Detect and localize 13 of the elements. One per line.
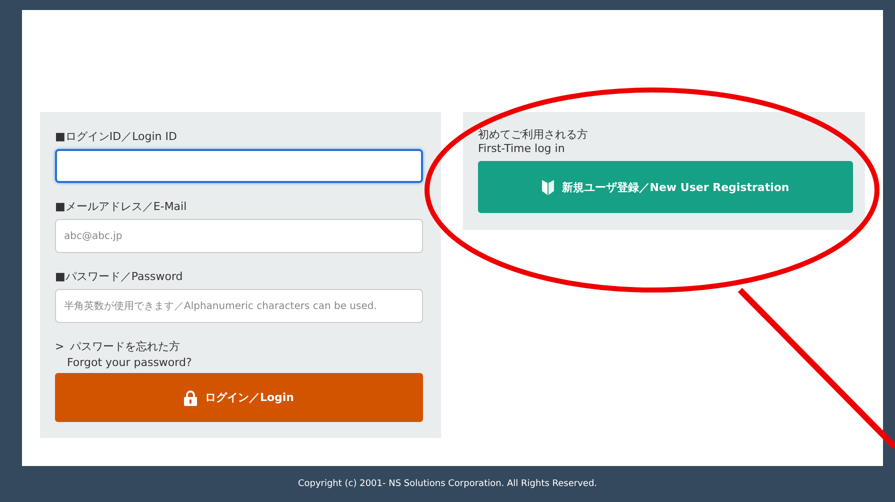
- field-label: ■メールアドレス／E-Mail: [55, 199, 188, 214]
- copyright-text: Copyright (c) 2001- NS Solutions Corporation. All Rights Reserved.: [298, 479, 598, 489]
- text-input-field[interactable]: [55, 149, 423, 183]
- login-button[interactable]: ログイン／Login: [55, 373, 423, 422]
- registration-subheading: First-Time log in: [478, 142, 566, 155]
- forgot-password-link[interactable]: パスワードを忘れた方: [70, 339, 180, 354]
- registration-heading: 初めてご利用される方: [478, 127, 589, 142]
- beginner-leaf-icon: [542, 179, 554, 195]
- padlock-icon: [184, 390, 197, 406]
- field-label: ■パスワード／Password: [55, 269, 184, 284]
- link-marker: >: [55, 340, 64, 353]
- forgot-password-link[interactable]: Forgot your password?: [55, 356, 423, 369]
- field-label: ■ログインID／Login ID: [55, 129, 178, 144]
